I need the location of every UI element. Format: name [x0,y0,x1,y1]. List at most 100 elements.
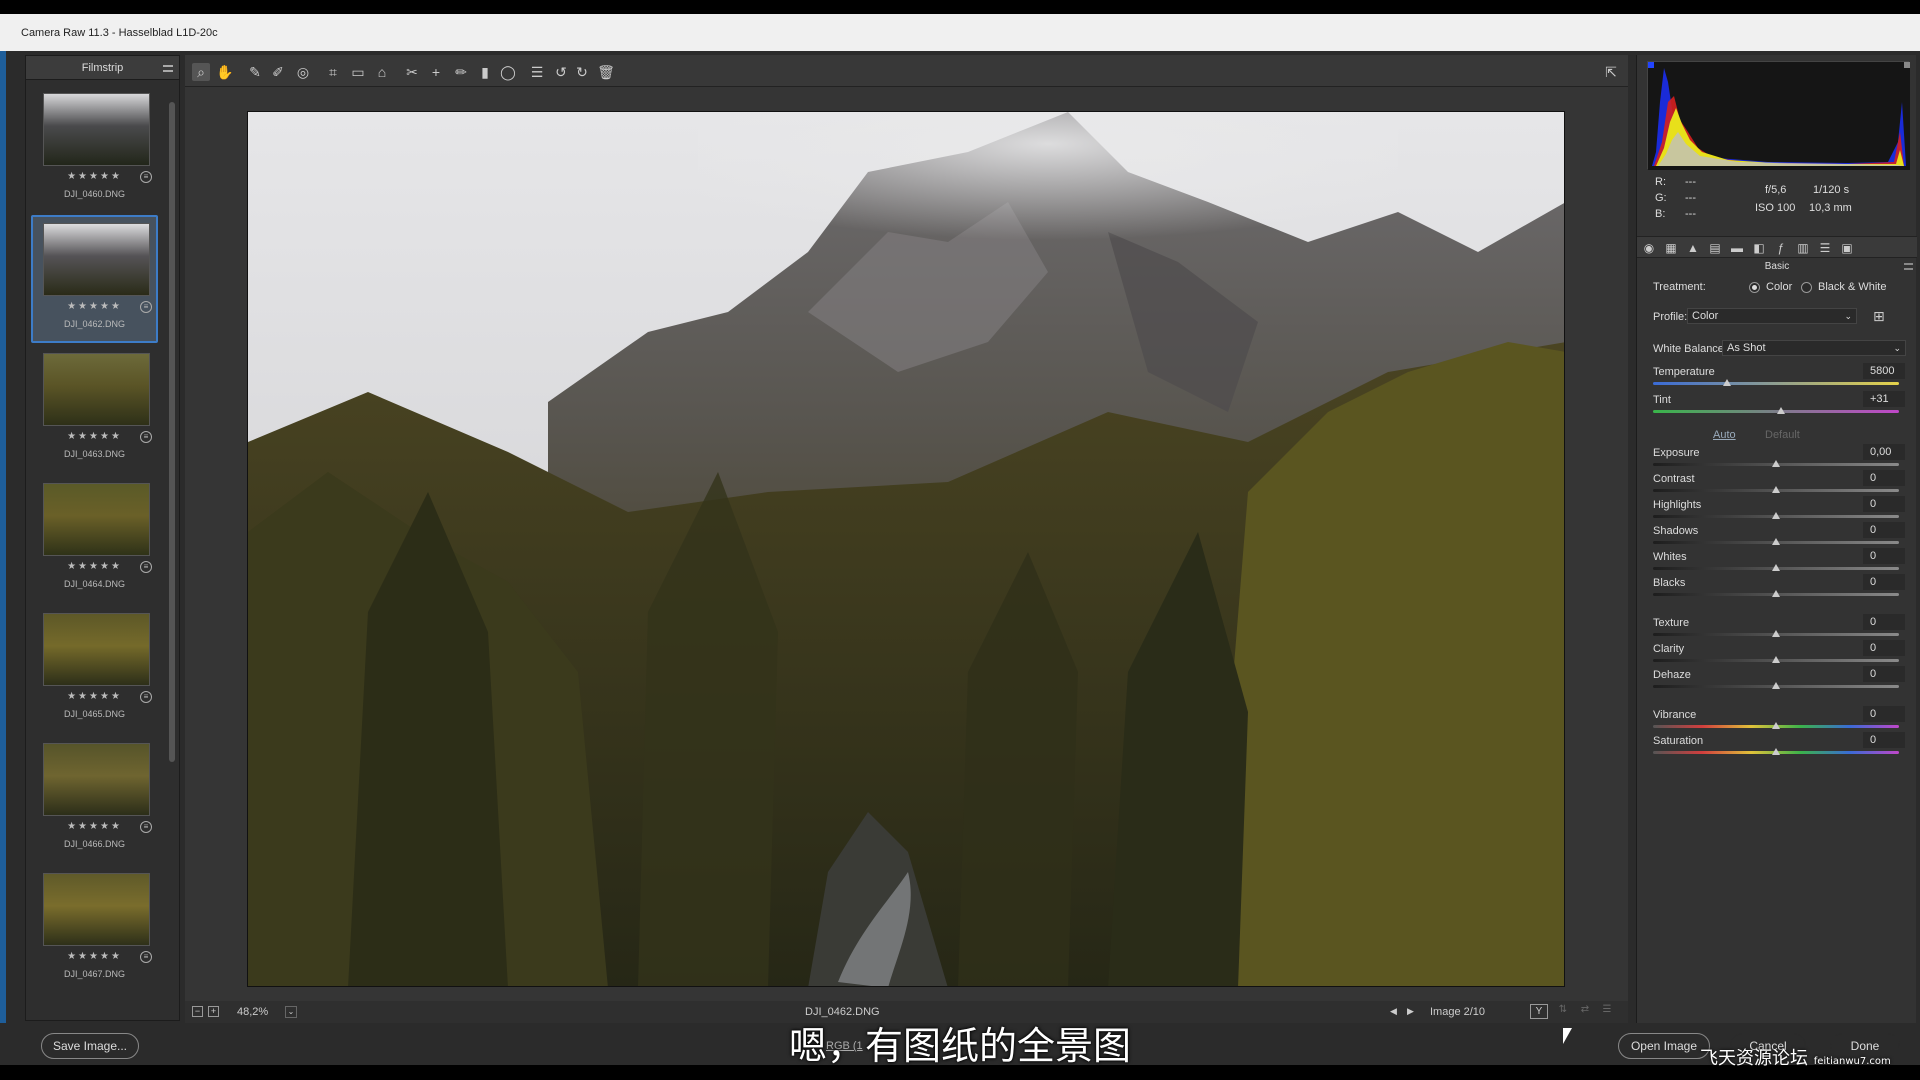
slider-blacks: Blacks 0 [1653,574,1905,607]
targeted-adjustment-tool-icon[interactable]: ◎ [294,63,312,81]
split-toning-tab-icon[interactable]: ▬ [1729,240,1745,256]
color-sampler-tool-icon[interactable]: ✐ [269,63,287,81]
snapshots-tab-icon[interactable]: ▣ [1839,240,1855,256]
slider-value-field[interactable]: +31 [1863,391,1905,407]
red-eye-tool-icon[interactable]: + [427,63,445,81]
slider-handle[interactable] [1772,748,1780,755]
thumbnail-image [43,93,150,166]
slider-value-field[interactable]: 0 [1863,614,1905,630]
hand-tool-icon[interactable]: ✋ [216,63,234,81]
slider-handle[interactable] [1722,379,1731,386]
slider-value-field[interactable]: 0 [1863,706,1905,722]
thumbnail-filename: DJI_0462.DNG [63,319,126,329]
treatment-color-radio[interactable] [1749,282,1760,293]
filmstrip-thumbnail[interactable]: ★★★★★ ≡ DJI_0466.DNG [31,735,158,863]
profile-select[interactable]: Color ⌄ [1687,308,1857,324]
photo-preview[interactable] [247,111,1565,987]
thumbnail-rating[interactable]: ★★★★★ [33,561,156,572]
spot-removal-tool-icon[interactable]: ✂ [403,63,421,81]
treatment-bw-radio[interactable] [1801,282,1812,293]
slider-value-field[interactable]: 0 [1863,470,1905,486]
filmstrip-thumbnail[interactable]: ★★★★★ ≡ DJI_0462.DNG [31,215,158,343]
settings-badge-icon: ≡ [140,431,152,443]
detail-tab-icon[interactable]: ▲ [1685,240,1701,256]
zoom-tool-icon[interactable]: ⌕ [192,63,210,81]
filmstrip-scroll-thumb[interactable] [169,102,175,762]
slider-handle[interactable] [1772,722,1780,729]
thumbnail-rating[interactable]: ★★★★★ [33,171,156,182]
slider-value-field[interactable]: 0 [1863,548,1905,564]
profile-value: Color [1692,310,1719,322]
presets-list-icon[interactable]: ☰ [528,63,546,81]
panel-menu-icon[interactable] [1904,263,1913,270]
crop-tool-icon[interactable]: ⌗ [324,63,342,81]
slider-handle[interactable] [1772,486,1780,493]
treatment-label: Treatment: [1653,281,1706,293]
slider-handle[interactable] [1772,538,1780,545]
filmstrip-thumbnail[interactable]: ★★★★★ ≡ DJI_0463.DNG [31,345,158,473]
treatment-bw-label: Black & White [1818,281,1887,293]
slider-handle[interactable] [1772,512,1780,519]
g-value: --- [1685,192,1696,204]
slider-handle[interactable] [1772,590,1780,597]
radial-filter-icon[interactable]: ◯ [499,63,517,81]
thumbnail-rating[interactable]: ★★★★★ [33,951,156,962]
straighten-tool-icon[interactable]: ▭ [349,63,367,81]
lens-tab-icon[interactable]: ◧ [1751,240,1767,256]
thumbnail-rating[interactable]: ★★★★★ [33,691,156,702]
thumbnail-rating[interactable]: ★★★★★ [33,301,156,312]
filmstrip-thumbnail[interactable]: ★★★★★ ≡ DJI_0467.DNG [31,865,158,993]
default-button[interactable]: Default [1765,429,1800,441]
slider-handle[interactable] [1776,407,1785,414]
effects-tab-icon[interactable]: ƒ [1773,240,1789,256]
filmstrip-thumbnail[interactable]: ★★★★★ ≡ DJI_0464.DNG [31,475,158,603]
slider-value-field[interactable]: 0 [1863,666,1905,682]
rotate-ccw-icon[interactable]: ↺ [552,63,570,81]
slider-handle[interactable] [1772,682,1780,689]
calibration-tab-icon[interactable]: ▥ [1795,240,1811,256]
fullscreen-icon[interactable]: ⇱ [1602,63,1620,81]
white-balance-select[interactable]: As Shot ⌄ [1722,340,1906,356]
tone-curve-tab-icon[interactable]: ▦ [1663,240,1679,256]
filmstrip-header: Filmstrip [26,56,179,80]
slider-value-field[interactable]: 0 [1863,496,1905,512]
hsl-tab-icon[interactable]: ▤ [1707,240,1723,256]
slider-saturation: Saturation 0 [1653,732,1905,765]
slider-handle[interactable] [1772,564,1780,571]
filmstrip-thumbnail[interactable]: ★★★★★ ≡ DJI_0460.DNG [31,85,158,213]
slider-tint: Tint +31 [1653,391,1905,424]
slider-track[interactable] [1653,382,1899,385]
title-bar: Camera Raw 11.3 - Hasselblad L1D-20c [0,14,1920,51]
thumbnail-image [43,613,150,686]
filmstrip-scrollbar[interactable] [167,90,177,1020]
histogram[interactable] [1647,61,1910,170]
slider-handle[interactable] [1772,460,1780,467]
trash-icon[interactable]: 🗑 [597,63,615,81]
slider-handle[interactable] [1772,630,1780,637]
adjustments-panel: R: --- G: --- B: --- f/5,6 1/120 s ISO 1… [1636,55,1917,1023]
thumbnail-rating[interactable]: ★★★★★ [33,821,156,832]
slider-handle[interactable] [1772,656,1780,663]
slider-value-field[interactable]: 0 [1863,522,1905,538]
slider-value-field[interactable]: 5800 [1863,363,1905,379]
slider-label: Shadows [1653,525,1699,537]
graduated-filter-icon[interactable]: ▮ [476,63,494,81]
presets-tab-icon[interactable]: ☰ [1817,240,1833,256]
white-balance-value: As Shot [1727,342,1766,354]
profile-browser-icon[interactable]: ⊞ [1873,307,1891,325]
r-value: --- [1685,176,1696,188]
auto-button[interactable]: Auto [1713,429,1736,441]
basic-tab-icon[interactable]: ◉ [1641,240,1657,256]
slider-value-field[interactable]: 0 [1863,732,1905,748]
transform-tool-icon[interactable]: ⌂ [373,63,391,81]
slider-value-field[interactable]: 0,00 [1863,444,1905,460]
rotate-cw-icon[interactable]: ↻ [573,63,591,81]
thumbnail-rating[interactable]: ★★★★★ [33,431,156,442]
filmstrip-menu-icon[interactable] [163,65,173,72]
filmstrip-thumbnail[interactable]: ★★★★★ ≡ DJI_0465.DNG [31,605,158,733]
white-balance-tool-icon[interactable]: ✎ [246,63,264,81]
slider-label: Highlights [1653,499,1702,511]
slider-value-field[interactable]: 0 [1863,640,1905,656]
slider-value-field[interactable]: 0 [1863,574,1905,590]
adjustment-brush-icon[interactable]: ✏ [452,63,470,81]
